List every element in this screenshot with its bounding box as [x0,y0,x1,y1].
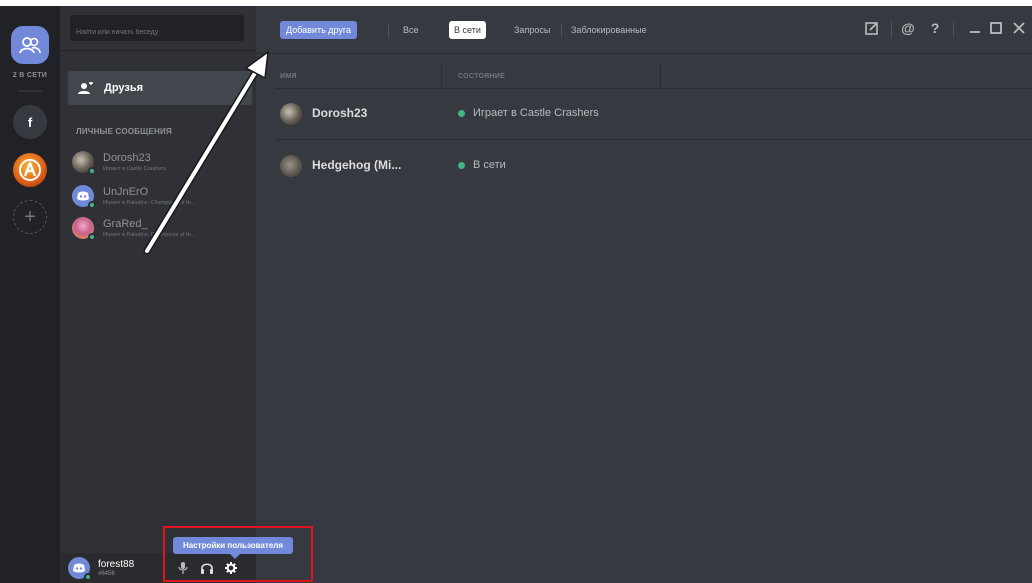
mute-button[interactable] [176,561,190,575]
user-settings-button[interactable] [224,561,238,575]
server-a[interactable] [13,153,47,187]
dm-activity: Играет в Castle Crashers [103,165,166,172]
home-button[interactable] [11,26,49,64]
table-divider [276,139,1032,140]
search-input[interactable] [70,15,244,41]
tab-divider [561,23,562,37]
microphone-icon [178,562,188,574]
maximize-button[interactable] [989,18,1003,38]
friend-status: Играет в Castle Crashers [458,107,599,119]
tab-divider [388,23,389,37]
friend-row[interactable]: Hedgehog (Mi... В сети [276,145,1032,185]
mention-icon: @ [901,20,915,36]
online-status-dot [458,161,465,169]
header-divider [891,21,892,37]
close-icon [1013,22,1025,34]
deafen-button[interactable] [200,561,214,575]
dm-item-unjnero[interactable]: UnJnErO Играет в Paladins: Champions of … [72,180,248,212]
friends-header: Добавить друга Все В сети Запросы Заблок… [256,6,1032,54]
discord-default-avatar-icon [77,191,89,201]
plus-icon: + [24,205,36,228]
header-divider [953,21,954,37]
new-group-dm-button[interactable] [863,18,881,38]
friend-name: Hedgehog (Mi... [312,158,402,172]
server-list: 2 В СЕТИ f + [0,6,60,583]
dm-name: UnJnErO [103,185,149,198]
friend-row[interactable]: Dorosh23 Играет в Castle Crashers [276,93,1032,133]
online-count: 2 В СЕТИ [12,72,48,79]
avatar [72,185,96,209]
online-status-dot [88,233,96,241]
maximize-icon [990,22,1002,34]
avatar [280,155,302,177]
user-panel: forest88 #6456 [60,553,256,583]
avatar [280,103,302,125]
settings-tooltip: Настройки пользователя [173,537,293,554]
table-divider [276,88,1032,89]
discord-default-avatar-icon [73,563,85,573]
add-server-button[interactable]: + [13,200,47,234]
mentions-button[interactable]: @ [899,18,917,38]
close-button[interactable] [1012,18,1026,38]
dm-section-header: ЛИЧНЫЕ СООБЩЕНИЯ [76,127,172,136]
help-icon: ? [930,20,940,36]
user-avatar[interactable] [68,557,92,581]
minimize-button[interactable] [968,18,982,38]
server-a-logo-icon [19,159,41,181]
friend-status-text: Играет в Castle Crashers [473,107,599,119]
tab-online[interactable]: В сети [449,21,486,39]
online-status-dot [88,201,96,209]
friends-home-icon [19,37,41,54]
sidebar-divider [60,50,256,51]
sidebar-item-friends[interactable]: Друзья [68,71,252,105]
friend-name: Dorosh23 [312,106,368,120]
avatar [72,151,96,175]
column-divider [660,64,661,88]
dm-activity: Играет в Paladins: Champions of th... [103,199,196,206]
discord-window: 2 В СЕТИ f + Друзья ЛИЧНЫЕ СООБЩЕНИЯ [0,6,1032,583]
online-status-dot [458,109,465,117]
dm-name: GraRed_ [103,217,148,230]
tab-pending[interactable]: Запросы [509,21,555,39]
friends-icon [78,81,93,94]
friends-label: Друзья [104,82,144,94]
friend-status-text: В сети [473,159,506,171]
tab-blocked[interactable]: Заблокированные [566,21,652,39]
new-group-dm-icon [865,22,878,35]
online-status-dot [84,573,92,581]
help-button[interactable]: ? [928,18,942,38]
dm-item-grared[interactable]: GraRed_ Играет в Paladins: Champions of … [72,212,248,244]
tooltip-arrow [230,554,240,559]
column-header-status[interactable]: СОСТОЯНИЕ [458,73,505,80]
headphones-icon [201,563,213,574]
column-header-name[interactable]: ИМЯ [280,73,297,80]
avatar [72,217,96,241]
settings-gear-icon [225,562,237,574]
dm-activity: Играет в Paladins: Champions of th... [103,231,196,238]
user-discriminator: #6456 [98,570,115,577]
column-divider [441,64,442,88]
friend-status: В сети [458,159,506,171]
online-status-dot [88,167,96,175]
minimize-icon [970,31,980,33]
server-f[interactable]: f [13,105,47,139]
dm-item-dorosh23[interactable]: Dorosh23 Играет в Castle Crashers [72,146,248,178]
dm-name: Dorosh23 [103,151,151,164]
tab-all[interactable]: Все [398,21,424,39]
dm-sidebar: Друзья ЛИЧНЫЕ СООБЩЕНИЯ Dorosh23 Играет … [60,6,256,583]
server-divider [18,90,42,92]
username: forest88 [98,558,135,570]
add-friend-button[interactable]: Добавить друга [280,21,358,39]
